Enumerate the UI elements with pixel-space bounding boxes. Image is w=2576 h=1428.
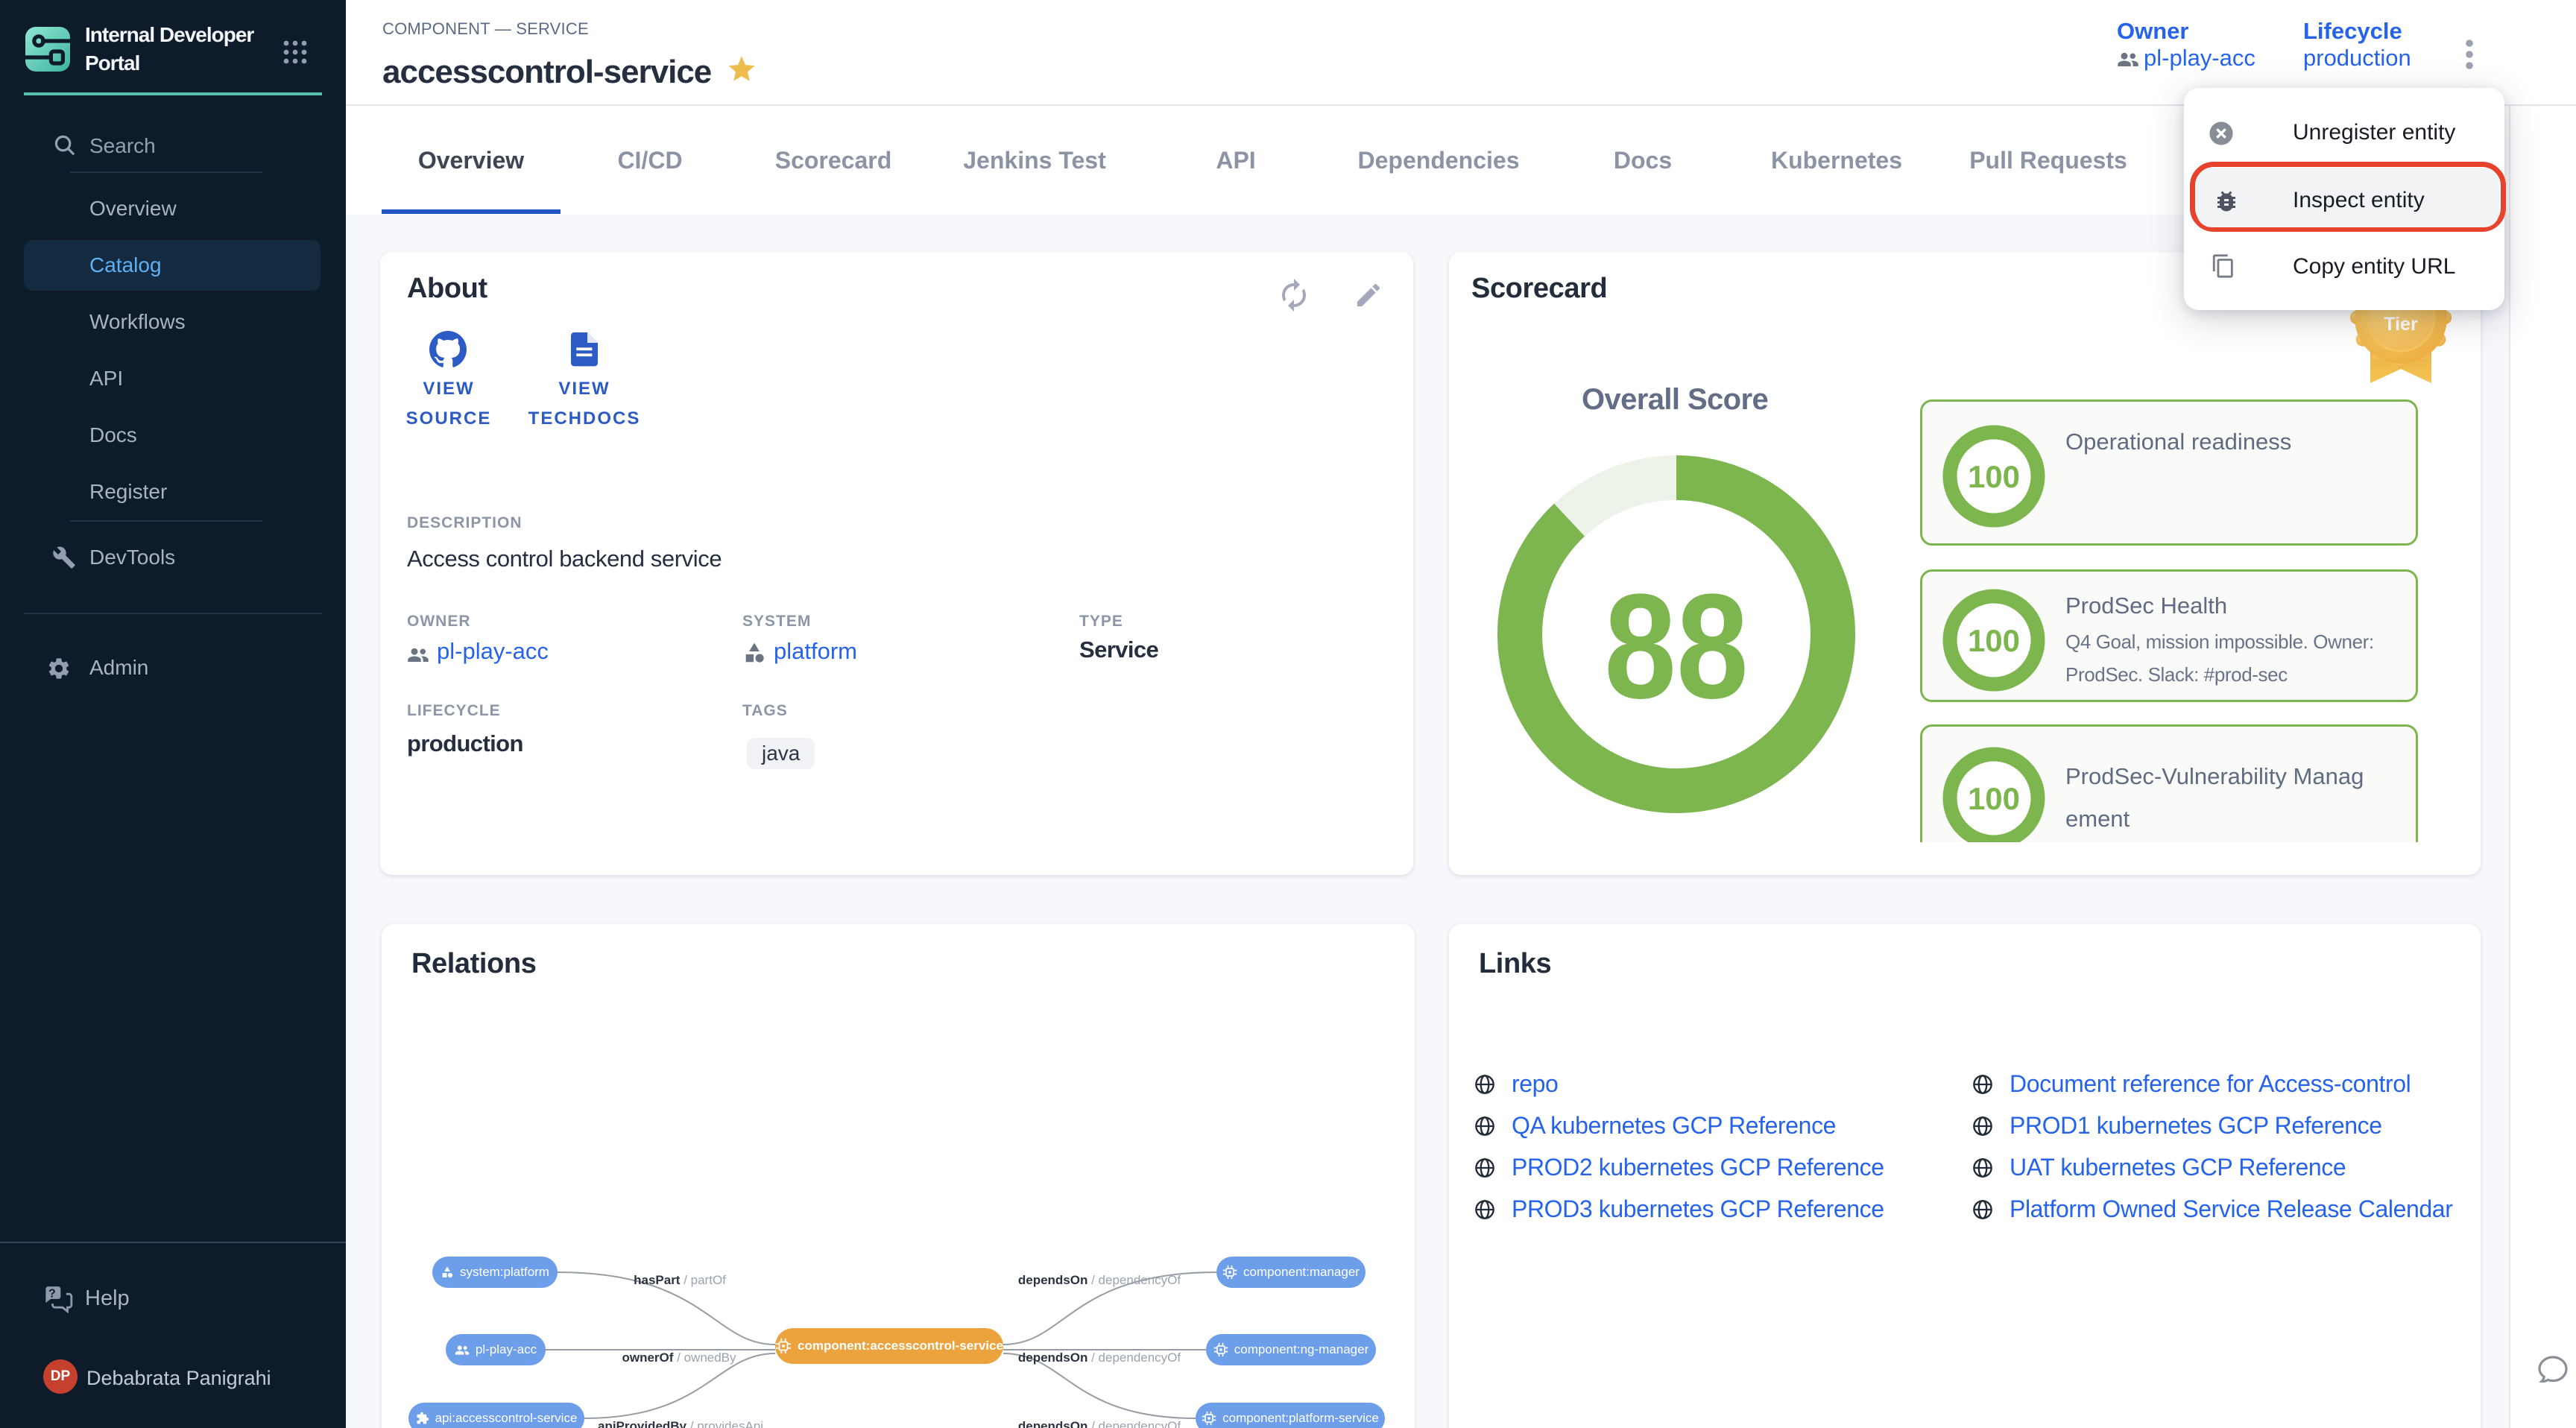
svg-text:100: 100 (1968, 623, 2020, 658)
svg-text:100: 100 (1968, 459, 2020, 494)
svg-text:Tier: Tier (2384, 314, 2418, 335)
svg-text:?: ? (48, 1287, 56, 1300)
svg-text:100: 100 (1968, 781, 2020, 816)
